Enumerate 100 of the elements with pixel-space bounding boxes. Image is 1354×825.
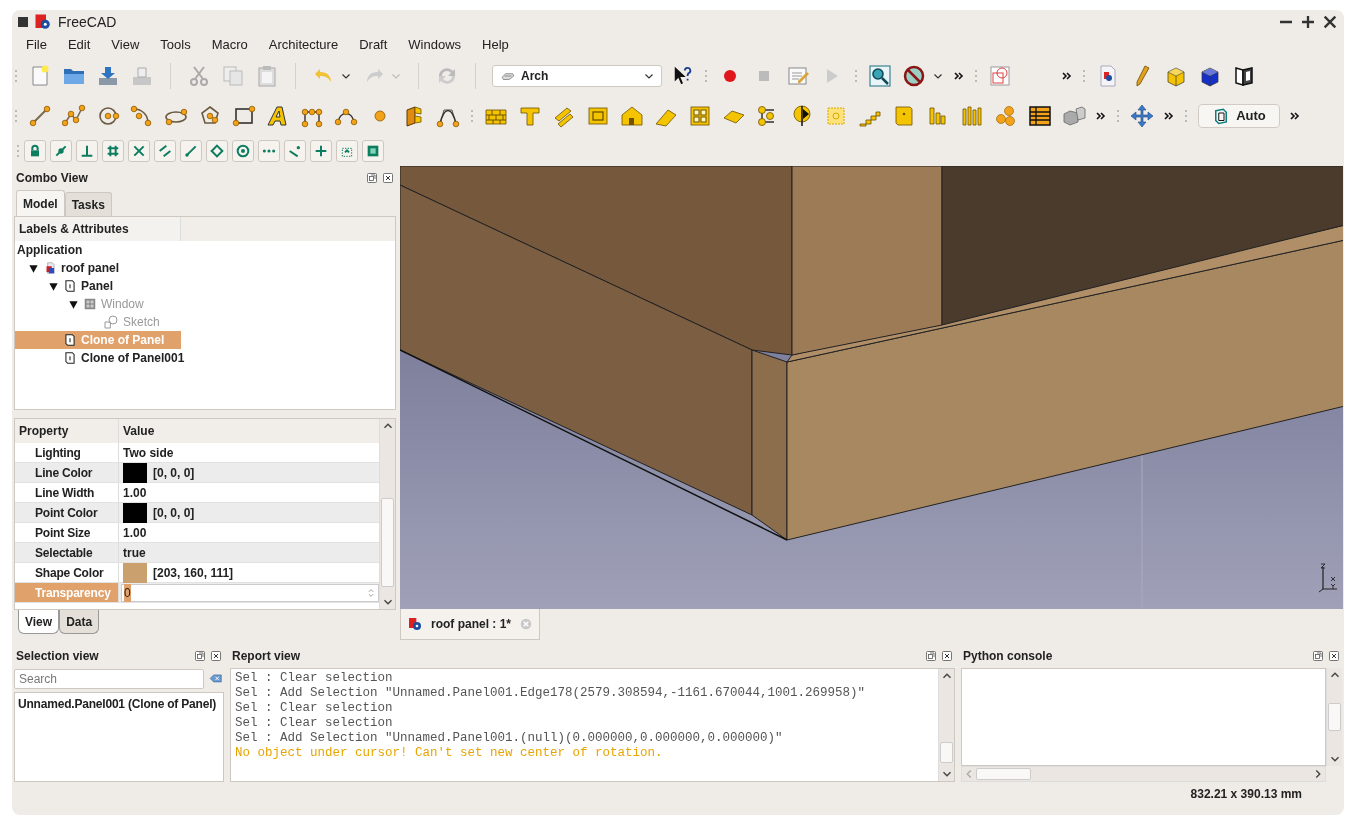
workbench-dropdown[interactable]: Arch <box>492 65 662 87</box>
close-icon[interactable] <box>210 650 222 662</box>
tab[interactable]: Model <box>16 190 65 216</box>
pointer-help-icon[interactable] <box>672 65 694 87</box>
property-name[interactable]: Point Color <box>15 503 119 522</box>
dots-icon[interactable] <box>258 140 280 162</box>
scroll-thumb[interactable] <box>381 497 394 587</box>
table-icon[interactable] <box>1028 104 1052 128</box>
property-name[interactable]: Line Color <box>15 463 119 482</box>
scroll-thumb[interactable] <box>976 768 1031 780</box>
property-name[interactable]: Selectable <box>15 543 119 562</box>
shapes-icon[interactable] <box>988 64 1012 88</box>
toolbar-grip[interactable] <box>1184 109 1188 123</box>
collapse-arrow-icon[interactable] <box>47 280 59 292</box>
toolbar-grip[interactable] <box>14 109 18 123</box>
search-field[interactable]: Search <box>14 669 204 689</box>
float-window-icon[interactable] <box>925 650 937 662</box>
clear-search-icon[interactable] <box>208 672 224 686</box>
color-swatch[interactable] <box>123 502 147 523</box>
close-icon[interactable] <box>382 172 394 184</box>
vertical-scrollbar[interactable] <box>1326 668 1342 766</box>
overflow-chevron-icon[interactable] <box>954 72 964 80</box>
color-swatch[interactable] <box>123 462 147 483</box>
toolbar-grip[interactable] <box>14 69 18 83</box>
tab[interactable]: View <box>18 610 60 634</box>
float-window-icon[interactable] <box>366 172 378 184</box>
menu-item[interactable]: View <box>111 35 140 55</box>
scroll-thumb[interactable] <box>940 741 953 763</box>
coincident-icon[interactable] <box>50 140 72 162</box>
frame-icon[interactable] <box>586 104 610 128</box>
toolbar-grip[interactable] <box>1116 109 1120 123</box>
close-icon[interactable] <box>941 650 953 662</box>
clipboard-icon[interactable] <box>255 64 279 88</box>
float-window-icon[interactable] <box>1312 650 1324 662</box>
section-plane-icon[interactable] <box>790 104 814 128</box>
panel-icon[interactable] <box>892 104 916 128</box>
close-icon[interactable] <box>1322 14 1338 30</box>
input-field[interactable]: 0 <box>121 583 379 602</box>
menu-item[interactable]: Edit <box>67 35 91 55</box>
vertical-scrollbar[interactable] <box>379 419 395 609</box>
property-name[interactable]: Shape Color <box>15 563 119 582</box>
beam-icon[interactable] <box>518 104 542 128</box>
square-icon[interactable] <box>362 140 384 162</box>
spheres-icon[interactable] <box>994 104 1018 128</box>
property-name[interactable]: Lighting <box>15 443 119 462</box>
fence-icon[interactable] <box>960 104 984 128</box>
parallel-lines-icon[interactable] <box>154 140 176 162</box>
rectangle-icon[interactable] <box>232 104 256 128</box>
plus-icon[interactable] <box>310 140 332 162</box>
menu-item[interactable]: Draft <box>359 35 388 55</box>
no-sign-icon[interactable] <box>902 64 926 88</box>
cross-icon[interactable] <box>128 140 150 162</box>
panels-icon[interactable] <box>1232 64 1256 88</box>
overflow-chevron-icon[interactable] <box>1164 112 1174 120</box>
property-name[interactable]: Line Width <box>15 483 119 502</box>
document-tab[interactable]: roof panel : 1* <box>400 609 540 640</box>
menu-item[interactable]: Tools <box>160 35 191 55</box>
menu-item[interactable]: Windows <box>408 35 462 55</box>
property-name[interactable]: Point Size <box>15 523 119 542</box>
toolbar-grip[interactable] <box>470 109 474 123</box>
save-icon[interactable] <box>96 64 120 88</box>
overflow-chevron-icon[interactable] <box>1096 112 1106 120</box>
overflow-chevron-icon[interactable] <box>1062 72 1072 80</box>
close-icon[interactable] <box>1328 650 1340 662</box>
toolbar-grip[interactable] <box>704 69 708 83</box>
tab[interactable]: Data <box>59 610 100 634</box>
toolbar-grip[interactable] <box>974 69 978 83</box>
column-header[interactable]: Value <box>119 419 379 443</box>
window-icon[interactable] <box>688 104 712 128</box>
overflow-chevron-icon[interactable] <box>1290 112 1300 120</box>
polyline-icon[interactable] <box>62 104 86 128</box>
tree-item[interactable]: roof panel <box>15 259 181 277</box>
column-header[interactable]: Labels & Attributes <box>15 217 181 241</box>
list-item[interactable]: Unnamed.Panel001 (Clone of Panel) <box>18 695 220 713</box>
grid-snap-icon[interactable] <box>336 140 358 162</box>
concentric-circles-icon[interactable] <box>232 140 254 162</box>
toolbar-grip[interactable] <box>854 69 858 83</box>
circle-icon[interactable] <box>96 104 120 128</box>
float-window-icon[interactable] <box>194 650 206 662</box>
menu-item[interactable]: File <box>26 35 47 55</box>
tab[interactable]: Tasks <box>64 192 112 216</box>
horizontal-scrollbar[interactable] <box>961 766 1326 782</box>
3d-viewport[interactable] <box>400 166 1343 609</box>
vertical-scrollbar[interactable] <box>938 669 954 781</box>
tree-item[interactable]: Clone of Panel001 <box>15 349 189 367</box>
tree-item[interactable]: Panel <box>15 277 181 295</box>
hash-icon[interactable] <box>102 140 124 162</box>
color-swatch[interactable] <box>123 562 147 583</box>
diamond-dots-icon[interactable] <box>206 140 228 162</box>
toolbar-grip[interactable] <box>16 144 20 158</box>
house-icon[interactable] <box>620 104 644 128</box>
perpendicular-icon[interactable] <box>76 140 98 162</box>
collapse-arrow-icon[interactable] <box>27 262 39 274</box>
menu-item[interactable]: Help <box>482 35 509 55</box>
move-arrows-icon[interactable] <box>1130 104 1154 128</box>
angle-icon[interactable] <box>284 140 306 162</box>
text-tool-icon[interactable] <box>266 104 290 128</box>
lock-icon[interactable] <box>24 140 46 162</box>
menu-item[interactable]: Architecture <box>268 35 339 55</box>
collapse-arrow-icon[interactable] <box>67 298 79 310</box>
